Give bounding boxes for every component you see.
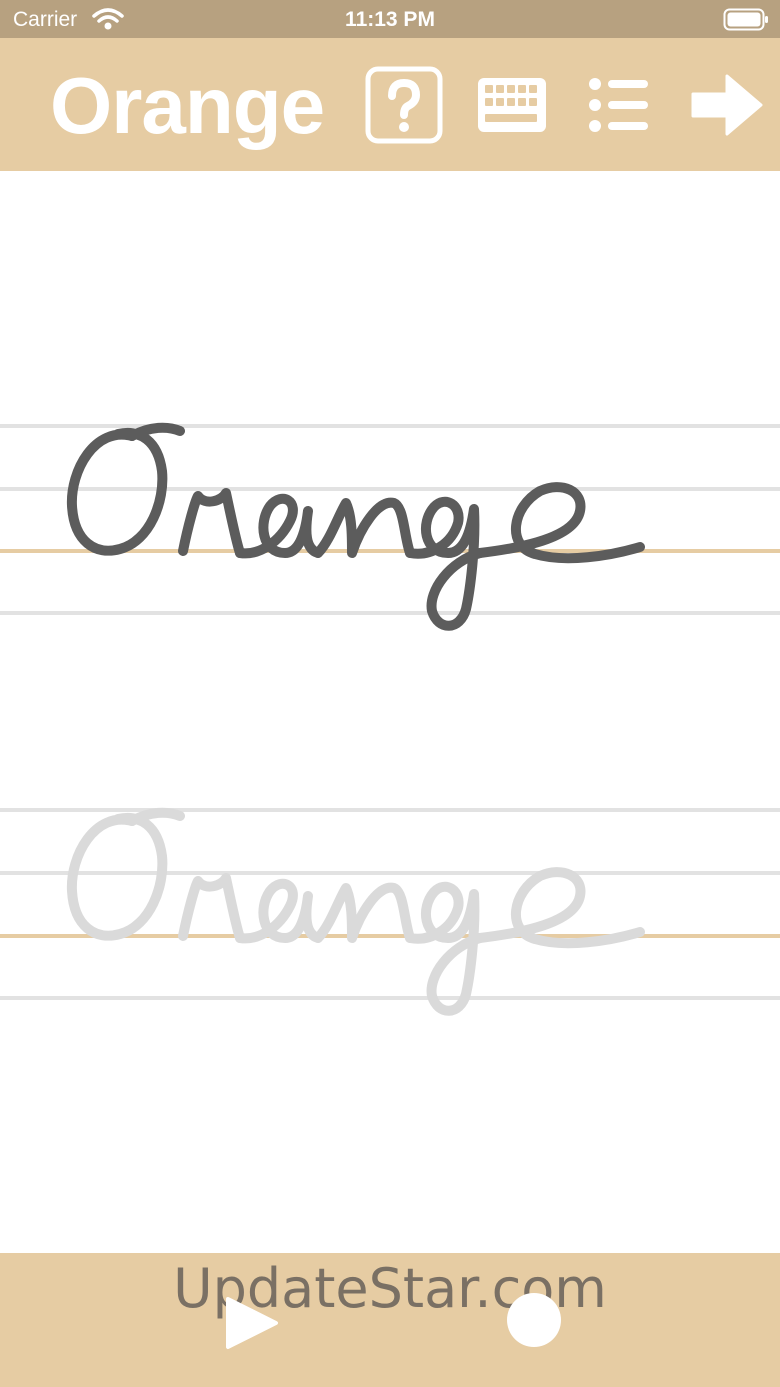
writing-canvas[interactable]	[0, 171, 780, 1253]
cursive-word-art	[0, 171, 780, 1253]
watermark-text: UpdateStar.com	[173, 1257, 607, 1320]
bottom-bar: UpdateStar.com	[0, 1253, 780, 1387]
question-mark-icon	[365, 66, 443, 144]
next-button[interactable]	[689, 72, 763, 138]
toolbar: Orange	[0, 38, 780, 171]
help-button[interactable]	[365, 66, 443, 144]
model-word	[72, 428, 640, 626]
record-button[interactable]	[507, 1293, 561, 1347]
play-icon	[226, 1297, 278, 1349]
arrow-right-icon	[691, 74, 763, 136]
play-button[interactable]	[222, 1295, 280, 1351]
list-button[interactable]	[588, 76, 650, 134]
status-time: 11:13 PM	[345, 8, 435, 31]
status-bar: Carrier 11:13 PM	[0, 0, 780, 38]
keyboard-icon	[478, 78, 546, 132]
battery-icon	[723, 8, 768, 31]
keyboard-button[interactable]	[476, 76, 548, 134]
list-icon	[589, 78, 648, 132]
page-title: Orange	[50, 61, 325, 150]
trace-word[interactable]	[72, 813, 640, 1011]
